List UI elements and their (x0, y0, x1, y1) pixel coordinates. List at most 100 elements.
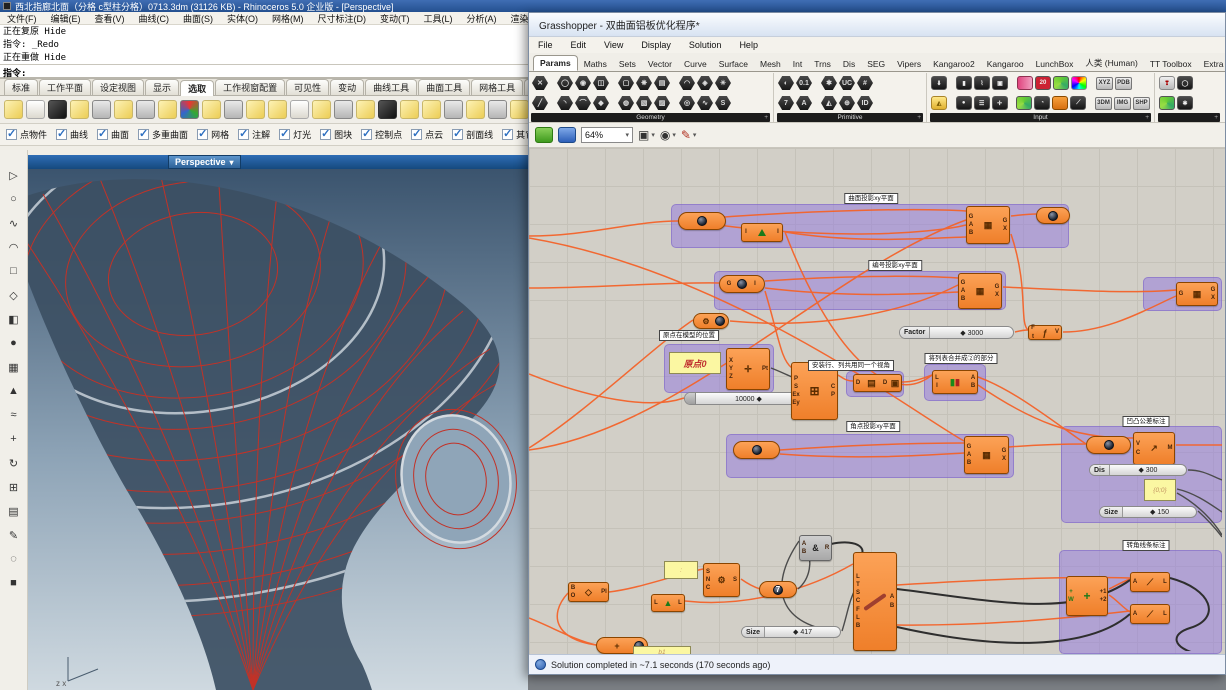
gh-tab-curve[interactable]: Curve (678, 57, 713, 71)
toolbar-icon[interactable] (290, 100, 309, 119)
toolbar-icon[interactable] (378, 100, 397, 119)
menu-transform[interactable]: 变动(T) (373, 12, 417, 25)
toolbar-icon[interactable] (488, 100, 507, 119)
ribbon-icon[interactable]: ◍ (618, 96, 634, 110)
boolean-icon[interactable]: ≈ (4, 406, 24, 424)
zoom-extents-icon[interactable]: ▣ (638, 128, 655, 142)
tab-mesh-tools[interactable]: 网格工具 (471, 79, 523, 95)
gh-tab-extra[interactable]: Extra (1198, 57, 1226, 71)
filter-blocks[interactable]: 图块 (320, 128, 352, 141)
toolbar-icon[interactable] (224, 100, 243, 119)
tab-viewport-layout[interactable]: 工作视窗配置 (215, 79, 285, 95)
size-slider-150[interactable]: Size◆ 150 (1099, 506, 1197, 518)
ribbon-icon[interactable]: ⌒ (575, 96, 591, 110)
pdb-chip[interactable]: PDB (1115, 77, 1132, 90)
gh-tab-vector[interactable]: Vector (642, 57, 678, 71)
ribbon-icon[interactable]: # (857, 76, 873, 90)
tab-curve-tools[interactable]: 曲线工具 (365, 79, 417, 95)
curve-input-icon[interactable]: ⟋ (1070, 96, 1086, 110)
ribbon-icon[interactable]: ❋ (636, 76, 652, 90)
filter-controlpoints[interactable]: 控制点 (361, 128, 402, 141)
gh-param-capsule[interactable] (1036, 207, 1070, 224)
menu-tools[interactable]: 工具(L) (417, 12, 460, 25)
gh-gate-and-component[interactable]: A B&R (799, 535, 832, 561)
ribbon-icon[interactable]: ∿ (697, 96, 713, 110)
dis-slider[interactable]: Dis◆ 300 (1089, 464, 1187, 476)
slider-icon[interactable]: ⬇ (931, 76, 947, 90)
grasshopper-canvas[interactable]: 曲面投影xy平面 编号投影xy平面 原点在模型的位置 安装行、列共用同一个视角 … (529, 148, 1225, 654)
gh-graft-component[interactable]: II (741, 223, 783, 242)
ribbon-icon[interactable]: ✕ (532, 76, 548, 90)
open-file-icon[interactable] (535, 127, 553, 143)
ribbon-icon[interactable]: ◉ (575, 76, 591, 90)
ribbon-icon[interactable]: ◯ (557, 76, 573, 90)
ribbon-icon[interactable]: ◝ (557, 96, 573, 110)
ribbon-icon[interactable]: UC (839, 76, 855, 90)
ribbon-icon[interactable]: ▤ (654, 76, 670, 90)
number-slider-10000[interactable]: 10000 ◆ (684, 392, 802, 405)
toolbar-icon[interactable] (48, 100, 67, 119)
gh-tab-vipers[interactable]: Vipers (891, 57, 927, 71)
toolbar-icon[interactable] (422, 100, 441, 119)
point-icon[interactable]: ○ (4, 190, 24, 208)
filter-curves[interactable]: 曲线 (56, 128, 88, 141)
toolbar-icon[interactable] (92, 100, 111, 119)
solid-icon[interactable]: ● (4, 334, 24, 352)
gh-fire-component[interactable]: GI (719, 275, 765, 293)
toolbar-icon[interactable] (158, 100, 177, 119)
colon-panel[interactable]: : (664, 561, 698, 579)
value-list-icon[interactable]: ☰ (974, 96, 990, 110)
filter-hatches[interactable]: 剖面线 (452, 128, 493, 141)
mesh-icon[interactable]: ▦ (4, 358, 24, 376)
toolbar-icon[interactable] (202, 100, 221, 119)
gh-tag-component[interactable]: L T S C F L BA B (853, 552, 897, 651)
gh-param-capsule[interactable] (733, 441, 780, 459)
tab-cplane[interactable]: 工作平面 (39, 79, 91, 95)
rotate-icon[interactable]: ↻ (4, 454, 24, 472)
tab-select[interactable]: 选取 (180, 80, 214, 96)
ribbon-icon[interactable]: ▢ (618, 76, 634, 90)
gh-sort-component[interactable]: L▲L (651, 594, 685, 612)
shp-chip[interactable]: SHP (1133, 97, 1150, 110)
ribbon-icon[interactable]: ◭ (821, 96, 837, 110)
gh-param-capsule[interactable] (1086, 436, 1131, 454)
b1-panel[interactable]: b1 (633, 646, 691, 654)
toolbar-icon[interactable] (510, 100, 529, 119)
button-icon[interactable]: ● (956, 96, 972, 110)
menu-view[interactable]: 查看(V) (88, 12, 132, 25)
toolbar-icon[interactable] (70, 100, 89, 119)
gh-project-small-component[interactable]: G▦G X (1176, 282, 1218, 306)
tree-icon[interactable] (1159, 96, 1175, 110)
gh-tab-sets[interactable]: Sets (613, 57, 642, 71)
toolbar-icon[interactable] (400, 100, 419, 119)
size-slider-417[interactable]: Size◆ 417 (741, 626, 841, 638)
polygon-icon[interactable]: ◇ (4, 286, 24, 304)
gh-menu-help[interactable]: Help (730, 40, 767, 50)
gh-tab-mesh[interactable]: Mesh (754, 57, 787, 71)
ribbon-icon-integer[interactable]: 7 (778, 96, 794, 110)
ribbon-icon[interactable]: ◈ (697, 76, 713, 90)
gh-tab-int[interactable]: Int (787, 57, 808, 71)
toggle-icon[interactable]: ▮ (956, 76, 972, 90)
panel-icon[interactable]: ▣ (992, 76, 1008, 90)
annotate-icon[interactable]: ✎ (4, 526, 24, 544)
toolbar-icon[interactable] (136, 100, 155, 119)
gh-menu-solution[interactable]: Solution (680, 40, 731, 50)
mcr-icon[interactable]: ◭ (931, 96, 947, 110)
factor-slider[interactable]: Factor◆ 3000 (899, 326, 1014, 339)
origin-panel[interactable]: 原点0 (669, 352, 721, 374)
ribbon-icon[interactable]: ▨ (654, 96, 670, 110)
gh-tab-surface[interactable]: Surface (713, 57, 754, 71)
filter-pointclouds[interactable]: 点云 (411, 128, 443, 141)
rectangle-icon[interactable]: □ (4, 262, 24, 280)
tab-surface-tools[interactable]: 曲面工具 (418, 79, 470, 95)
gh-evaluate-component[interactable]: F tƒV (1028, 325, 1062, 340)
gh-menu-view[interactable]: View (595, 40, 632, 50)
toolbar-icon[interactable] (312, 100, 331, 119)
gh-tab-kangaroo2[interactable]: Kangaroo2 (927, 57, 981, 71)
graph-mapper-icon[interactable]: ⌇ (974, 76, 990, 90)
3dm-chip[interactable]: 3DM (1095, 97, 1112, 110)
gh-plane-component[interactable]: B O◇Pl (568, 582, 609, 602)
img-chip[interactable]: IMG (1114, 97, 1131, 110)
toolbar-icon[interactable] (26, 100, 45, 119)
